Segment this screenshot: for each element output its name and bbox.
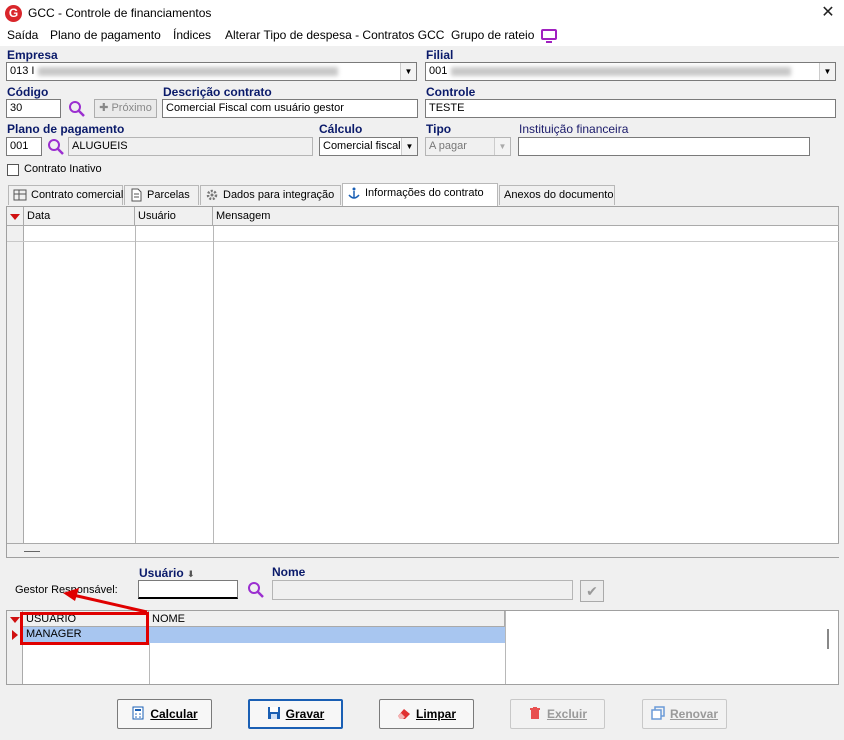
empresa-value: 013 I [10,65,35,77]
descricao-label: Descrição contrato [163,85,272,99]
window-title: GCC - Controle de financiamentos [28,6,212,20]
instituicao-input[interactable] [518,137,810,156]
chevron-down-icon[interactable]: ▼ [400,63,416,80]
copy-icon [651,706,665,720]
plus-icon: ✚ [99,102,112,114]
chevron-down-icon: ▼ [494,138,510,155]
messages-grid[interactable]: Data Usuário Mensagem [6,206,839,558]
column-header-usuario[interactable]: Usuário [135,207,213,226]
document-icon [131,188,142,202]
limpar-button[interactable]: Limpar [379,699,474,729]
tab-dados-integracao[interactable]: Dados para integração [200,185,341,205]
eraser-icon [397,709,410,719]
chevron-down-icon[interactable]: ▼ [401,138,417,155]
proximo-button[interactable]: ✚ Próximo [94,99,157,118]
save-icon [267,707,280,719]
nome-label: Nome [272,565,306,579]
scrollbar-thumb[interactable] [827,629,829,649]
trash-icon [529,707,540,719]
menu-alterar-tipo-despesa[interactable]: Alterar Tipo de despesa - Contratos GCC [225,28,444,42]
tab-anexos-documento[interactable]: Anexos do documento [499,185,615,205]
column-header-mensagem[interactable]: Mensagem [213,207,839,226]
column-header-nome-gestor[interactable]: NOME [149,611,505,627]
sort-down-icon: ⬇ [187,569,195,579]
calcular-button[interactable]: Calcular [117,699,212,729]
search-icon[interactable] [246,580,266,600]
confirm-check-icon[interactable]: ✔ [580,580,604,602]
contrato-inativo-label: Contrato Inativo [24,163,102,175]
contrato-inativo-checkbox[interactable] [7,164,19,176]
tab-parcelas[interactable]: Parcelas [124,185,199,205]
plano-code-input[interactable]: 001 [6,137,42,156]
plano-name-field: ALUGUEIS [68,137,313,156]
close-icon[interactable]: ✕ [818,3,838,23]
menu-bar: Saída Plano de pagamento Índices Alterar… [0,26,844,46]
tipo-select: A pagar ▼ [425,137,511,156]
table-row[interactable] [7,241,839,242]
chevron-down-icon[interactable]: ▼ [819,63,835,80]
tab-contrato-comercial[interactable]: Contrato comercial [8,185,123,205]
calculator-icon [132,706,144,720]
gestor-nome-field [272,580,573,600]
calculo-select[interactable]: Comercial fiscal ▼ [319,137,418,156]
title-bar: G GCC - Controle de financiamentos ✕ [0,0,844,26]
column-header-data[interactable]: Data [24,207,135,226]
descricao-input[interactable]: Comercial Fiscal com usuário gestor [162,99,418,118]
plano-label: Plano de pagamento [7,122,125,136]
table-icon [13,189,27,201]
current-row-indicator-icon [12,630,18,640]
instituicao-label: Instituição financeira [519,122,629,136]
sort-indicator-icon [10,617,20,623]
tab-informacoes-contrato[interactable]: Informações do contrato [342,183,498,206]
menu-saida[interactable]: Saída [7,28,38,42]
search-icon[interactable] [46,137,66,157]
minus-icon[interactable] [24,551,40,552]
codigo-label: Código [7,85,49,99]
menu-grupo-rateio[interactable]: Grupo de rateio [451,28,534,42]
search-icon[interactable] [67,99,87,119]
empresa-select[interactable]: 013 I ▼ [6,62,417,81]
controle-label: Controle [426,85,476,99]
gravar-button[interactable]: Gravar [248,699,343,729]
usuario-label: Usuário ⬇ [139,566,195,580]
filial-value: 001 [429,65,448,77]
excluir-button: Excluir [510,699,605,729]
app-logo-icon: G [5,5,22,22]
calculo-label: Cálculo [319,122,363,136]
filial-label: Filial [426,48,454,62]
codigo-input[interactable]: 30 [6,99,61,118]
renovar-button: Renovar [642,699,727,729]
filial-select[interactable]: 001 ▼ [425,62,836,81]
grid-corner[interactable] [7,207,24,226]
grid-footer [7,543,839,557]
info-anchor-icon [348,187,360,199]
controle-input[interactable]: TESTE [425,99,836,118]
tipo-label: Tipo [426,122,452,136]
menu-indices[interactable]: Índices [173,28,211,42]
menu-plano-pagamento[interactable]: Plano de pagamento [50,28,161,42]
empresa-label: Empresa [7,48,58,62]
red-arrow-annotation [63,588,148,614]
row-indicator-column [7,226,24,543]
sort-indicator-icon [10,214,20,220]
monitor-icon[interactable] [541,29,557,43]
gear-icon [206,189,218,201]
